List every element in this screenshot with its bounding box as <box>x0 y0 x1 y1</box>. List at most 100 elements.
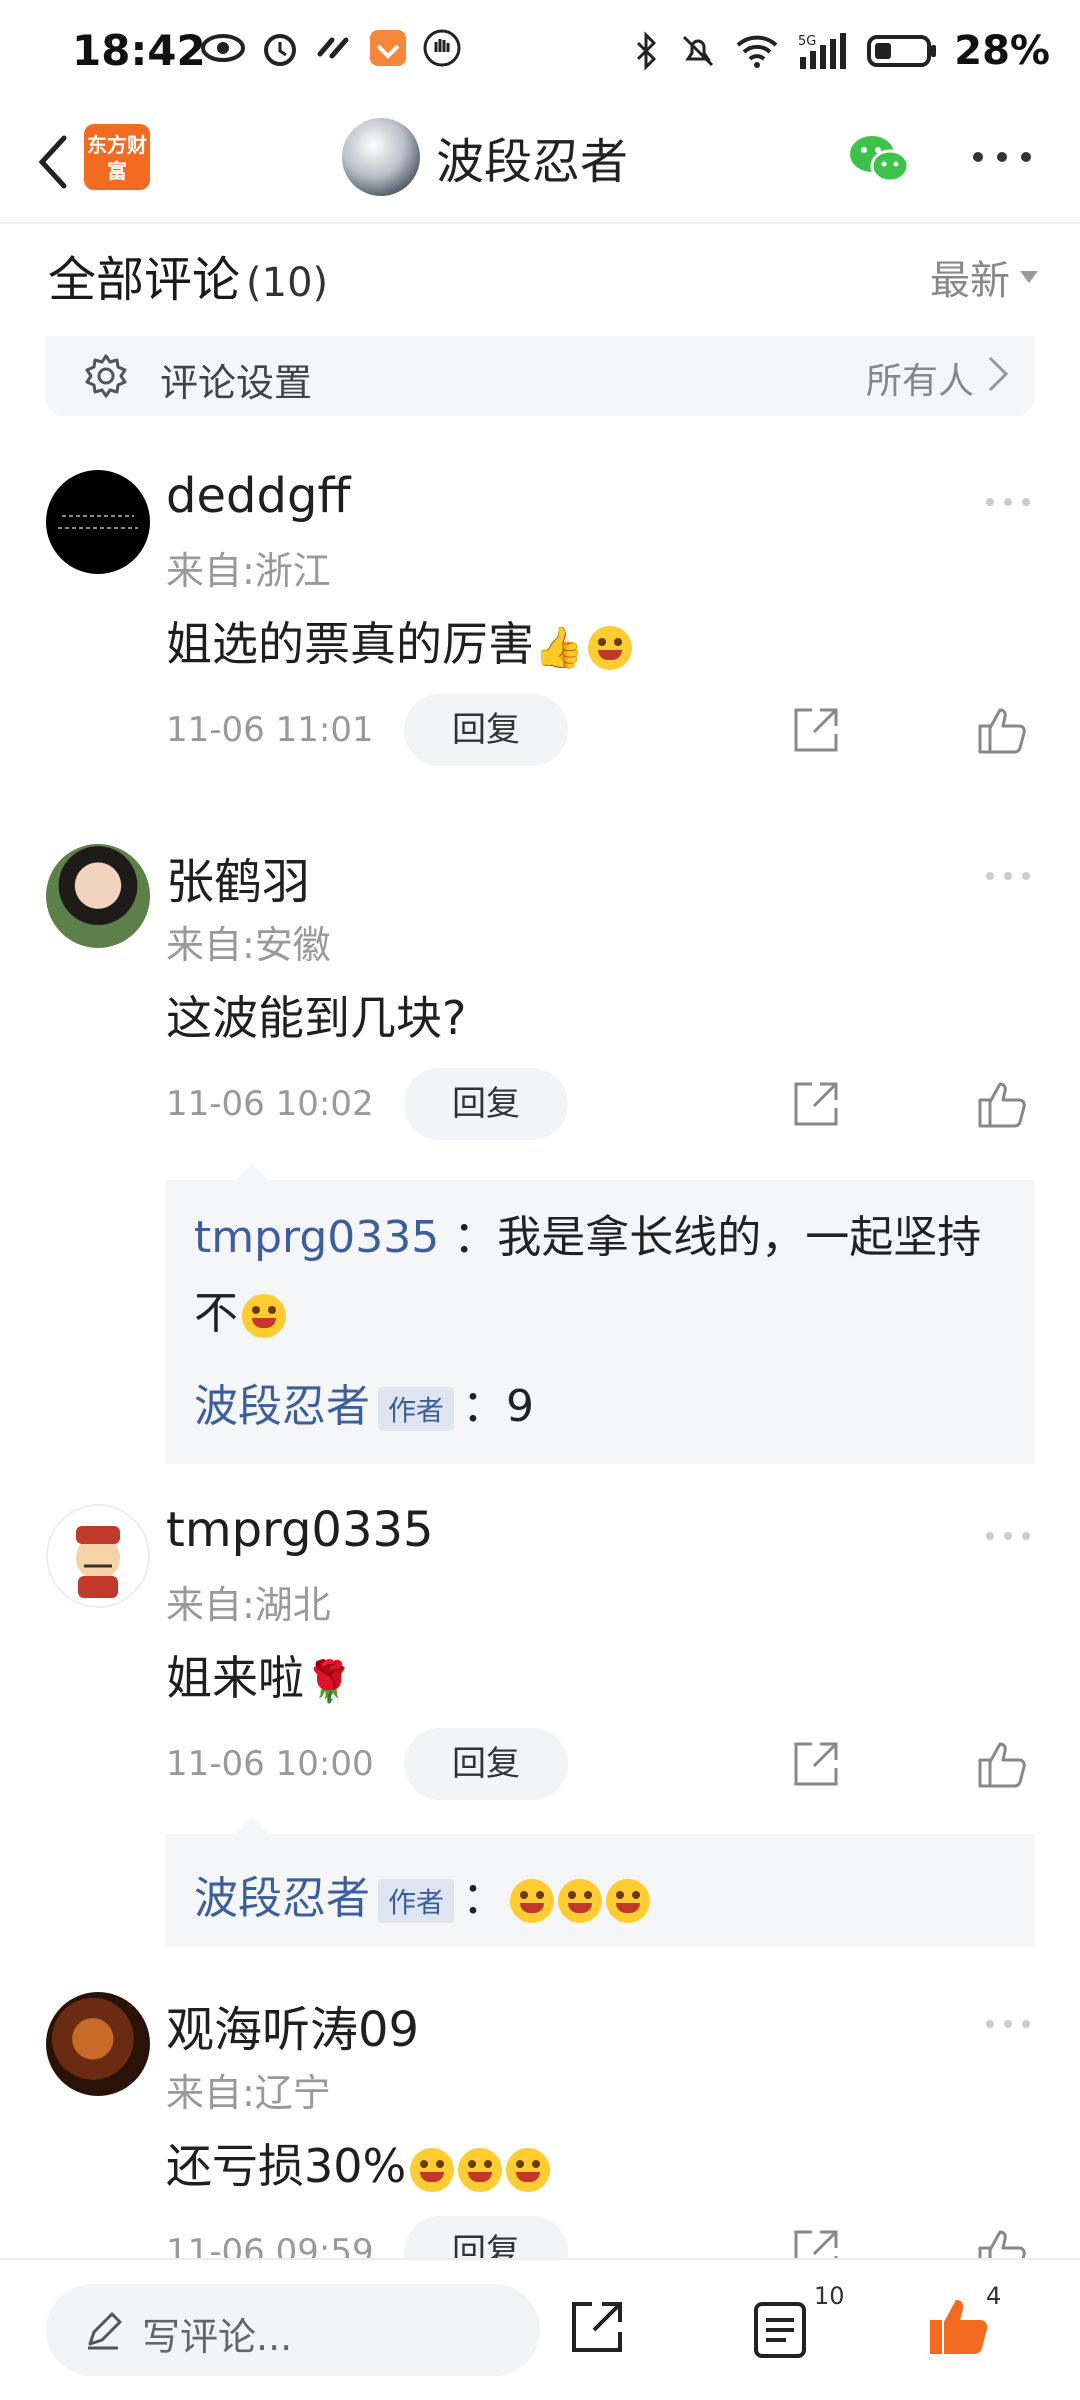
comment-time: 11-06 10:02 <box>166 1084 374 1124</box>
chevron-left-icon <box>38 135 67 189</box>
status-right-icons: 5G 28% <box>632 28 1050 74</box>
settings-label: 评论设置 <box>160 361 313 405</box>
reply-button[interactable]: 回复 <box>404 1068 568 1140</box>
page-title-group[interactable]: 波段忍者 <box>342 118 628 196</box>
battery-icon <box>867 35 937 67</box>
reply-thread: tmprg0335 ：我是拿长线的，一起坚持不 波段忍者 作者 ：9 <box>166 1164 1034 1464</box>
top-bar: 东方财富 波段忍者 <box>0 100 1080 224</box>
comments-header: 全部评论 (10) 最新 <box>48 240 1038 320</box>
sub-reply[interactable]: tmprg0335 ：我是拿长线的，一起坚持不 <box>194 1200 1004 1352</box>
wechat-icon[interactable] <box>848 130 910 188</box>
thumbs-up-emoji-icon: 👍 <box>534 625 584 671</box>
comment-time: 11-06 10:00 <box>166 1744 374 1784</box>
user-location: 来自:安徽 <box>166 923 331 967</box>
user-name[interactable]: 观海听涛09 <box>166 1990 419 2060</box>
like-icon[interactable] <box>976 1738 1028 1790</box>
share-icon[interactable] <box>790 2226 842 2258</box>
reply-button[interactable]: 回复 <box>404 2216 568 2258</box>
author-name[interactable]: 波段忍者 <box>194 1381 370 1432</box>
comment-item: 张鹤羽 来自:安徽 这波能到几块? 11-06 10:02 回复 tmprg03… <box>0 834 1080 1464</box>
mute-icon <box>683 35 714 67</box>
caret-down-icon <box>1020 271 1038 283</box>
signal-icon: 5G <box>798 33 847 69</box>
sort-dropdown[interactable]: 最新 <box>930 248 1038 306</box>
comment-time: 11-06 11:01 <box>166 710 374 750</box>
avatar[interactable] <box>46 1504 150 1608</box>
avatar[interactable] <box>46 470 150 574</box>
comment-text: 这波能到几块? <box>166 991 467 1045</box>
more-icon[interactable] <box>984 494 1032 510</box>
share-icon[interactable] <box>790 704 842 756</box>
user-name[interactable]: tmprg0335 <box>166 1502 434 1558</box>
more-icon[interactable] <box>984 2016 1032 2032</box>
like-count-badge: 4 <box>986 2282 1002 2310</box>
sub-reply-user[interactable]: tmprg0335 <box>194 1212 439 1263</box>
wink-tongue-emoji-icon <box>606 1879 651 1923</box>
alarm-icon <box>264 34 296 66</box>
author-badge: 作者 <box>378 1387 455 1431</box>
comment-settings-row[interactable]: 评论设置 所有人 <box>46 336 1034 416</box>
author-reply[interactable]: 波段忍者 作者 ：9 <box>194 1370 534 1434</box>
comments-count-badge: 10 <box>814 2282 845 2310</box>
like-icon[interactable] <box>976 1078 1028 1130</box>
avatar[interactable] <box>46 844 150 948</box>
write-comment-placeholder: 写评论... <box>142 2315 293 2359</box>
author-badge: 作者 <box>378 1879 455 1923</box>
status-left-icons <box>200 28 462 68</box>
back-button[interactable] <box>22 124 82 200</box>
wink-tongue-emoji-icon <box>558 1879 603 1923</box>
comment-text: 姐来啦🌹 <box>166 1651 354 1705</box>
status-bar: 18:42 5G 28% <box>0 0 1080 100</box>
author-reply-text: ： <box>462 1873 507 1924</box>
avatar[interactable] <box>46 1992 150 2096</box>
author-reply-text: ：9 <box>462 1381 535 1432</box>
wifi-icon <box>736 35 778 68</box>
app-logo[interactable]: 东方财富 <box>84 124 150 190</box>
reply-button[interactable]: 回复 <box>404 1728 568 1800</box>
share-icon[interactable] <box>568 2298 626 2356</box>
wink-tongue-emoji-icon <box>510 1879 555 1923</box>
gear-icon <box>85 354 127 398</box>
author-name[interactable]: 波段忍者 <box>194 1873 370 1924</box>
author-reply[interactable]: 波段忍者 作者： <box>194 1862 651 1926</box>
more-options-icon[interactable] <box>970 142 1034 172</box>
comments-list-icon[interactable] <box>752 2300 808 2360</box>
share-icon[interactable] <box>790 1078 842 1130</box>
bottom-bar: 写评论... 10 4 <box>0 2258 1080 2400</box>
grin-emoji-icon <box>242 1294 286 1338</box>
comment-item: 观海听涛09 来自:辽宁 还亏损30% 11-06 09:59 回复 <box>0 1982 1080 2258</box>
link-icon <box>317 37 349 59</box>
like-filled-icon[interactable] <box>926 2294 992 2358</box>
page-title: 波段忍者 <box>436 134 629 190</box>
laugh-cry-emoji-icon <box>506 2147 551 2192</box>
status-time: 18:42 <box>72 26 206 75</box>
user-location: 来自:浙江 <box>166 549 331 593</box>
pencil-icon <box>88 2312 122 2350</box>
reply-thread: 波段忍者 作者： <box>166 1818 1034 1946</box>
comment-item: deddgff 来自:浙江 姐选的票真的厉害👍 11-06 11:01 回复 <box>0 460 1080 766</box>
more-icon[interactable] <box>984 868 1032 884</box>
user-name[interactable]: 张鹤羽 <box>166 842 310 912</box>
battery-percent: 28% <box>954 28 1050 74</box>
comment-item: tmprg0335 来自:湖北 姐来啦🌹 11-06 10:00 回复 波段忍者… <box>0 1494 1080 1954</box>
svg-text:5G: 5G <box>798 34 816 49</box>
like-icon[interactable] <box>976 2226 1028 2258</box>
reply-button[interactable]: 回复 <box>404 694 568 766</box>
write-comment-input[interactable]: 写评论... <box>46 2284 540 2376</box>
like-icon[interactable] <box>976 704 1028 756</box>
comments-count: (10) <box>246 260 329 306</box>
settings-visibility: 所有人 <box>865 361 974 402</box>
app-badge-icon <box>370 30 406 66</box>
author-avatar[interactable] <box>342 118 420 196</box>
laugh-cry-emoji-icon <box>410 2147 455 2192</box>
user-location: 来自:湖北 <box>166 1583 331 1627</box>
bluetooth-icon <box>637 31 657 71</box>
comment-text: 姐选的票真的厉害👍 <box>166 608 632 674</box>
more-icon[interactable] <box>984 1528 1032 1544</box>
comment-time: 11-06 09:59 <box>166 2232 374 2258</box>
chevron-right-icon <box>988 356 1009 392</box>
share-icon[interactable] <box>790 1738 842 1790</box>
user-name[interactable]: deddgff <box>166 468 350 524</box>
hand-icon <box>423 29 461 67</box>
eye-icon <box>201 34 245 62</box>
